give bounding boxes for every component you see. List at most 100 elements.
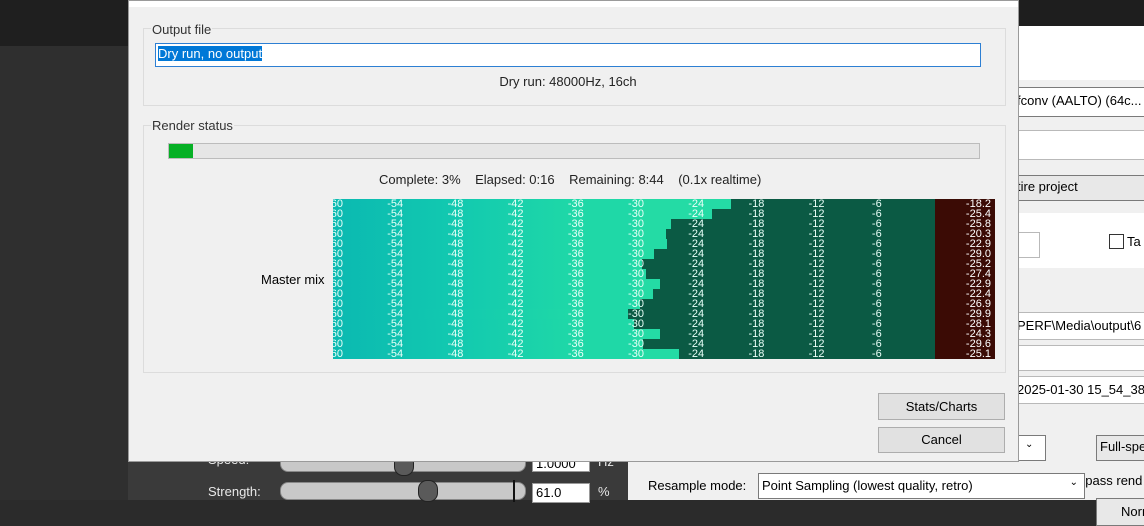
render-progress-dialog: Output file Dry run, no output Dry run: … (128, 0, 1019, 462)
output-file-field[interactable]: Dry run, no output (155, 43, 981, 67)
normalize-button-label: Norm (1121, 504, 1144, 519)
meter-level-fill (333, 259, 636, 269)
meter-channel-row: -60-54-48-42-36-30-24-18-12-6-22.4 (333, 289, 995, 300)
render-dialog-field-2[interactable] (1014, 345, 1144, 371)
meter-channel-row: -60-54-48-42-36-30-24-18-12-6-27.4 (333, 269, 995, 280)
convolver-select-value: fconv (AALTO) (64c... (1017, 93, 1142, 108)
meter-level-fill-upper (636, 199, 732, 209)
meter-background (671, 219, 935, 229)
meter-tick-label: -6 (871, 348, 882, 360)
meter-tick-label: -42 (507, 348, 524, 360)
meter-channel-row: -60-54-48-42-36-30-24-18-12-6-22.9 (333, 239, 995, 250)
resample-mode-value: Point Sampling (lowest quality, retro) (762, 478, 973, 493)
chevron-down-icon: ⌄ (1069, 477, 1078, 488)
meter-level-fill (333, 299, 636, 309)
tail-checkbox-label: Ta (1127, 234, 1141, 249)
resample-mode-label: Resample mode: (648, 478, 747, 493)
meter-level-fill (333, 219, 636, 229)
meter-level-fill (333, 289, 636, 299)
meter-background (679, 349, 935, 359)
meter-level-fill (333, 329, 636, 339)
strength-slider[interactable] (280, 482, 526, 500)
meter-level-fill (333, 229, 636, 239)
meter-peak-label: -25.1 (965, 348, 991, 360)
meter-tick-label: -48 (447, 348, 464, 360)
meter-channel-row: -60-54-48-42-36-30-24-18-12-6-24.3 (333, 329, 995, 340)
meter-background (642, 259, 935, 269)
fx-panel: Speed: 1.0000 Hz Strength: 61.0 % (128, 452, 628, 503)
remaining-text: Remaining: 8:44 (569, 172, 664, 187)
strength-value-field[interactable]: 61.0 (532, 483, 590, 503)
meter-channel-row: -60-54-48-42-36-30-24-18-12-6-29.9 (333, 309, 995, 320)
meter-background (640, 299, 935, 309)
output-file-group (143, 28, 1006, 106)
filename-value: 2025-01-30 15_54_38. (1017, 382, 1144, 397)
strength-slider-marker (513, 480, 515, 502)
render-dialog-field[interactable] (1014, 130, 1144, 160)
render-speed-value: Full-spe (1100, 439, 1144, 454)
meter-tick-label: -24 (688, 348, 705, 360)
meter-tick-label: -60 (333, 348, 343, 360)
meter-tick-label: -30 (628, 348, 644, 360)
meter-channel-row: -60-54-48-42-36-30-24-18-12-6-18.2 (333, 199, 995, 210)
output-file-value: Dry run, no output (158, 46, 263, 61)
meter-channel-row: -60-54-48-42-36-30-24-18-12-6-29.6 (333, 339, 995, 350)
convolver-select[interactable]: fconv (AALTO) (64c... (1014, 87, 1144, 117)
chevron-down-icon: ⌄ (1025, 439, 1034, 450)
meter-tick-label: -54 (387, 348, 404, 360)
meter-level-fill (333, 339, 636, 349)
meter-channel-row: -60-54-48-42-36-30-24-18-12-6-22.9 (333, 279, 995, 290)
resample-mode-select[interactable]: Point Sampling (lowest quality, retro) ⌄ (758, 473, 1085, 499)
meter-tick-label: -12 (808, 348, 825, 360)
background-app-titlebar (1019, 0, 1144, 26)
master-meter: -60-54-48-42-36-30-24-18-12-6-18.2-60-54… (333, 199, 995, 359)
bounds-select-value: tire project (1017, 179, 1078, 194)
meter-level-fill (333, 199, 636, 209)
meter-background (627, 309, 935, 319)
meter-level-fill (333, 319, 634, 329)
meter-level-fill (333, 269, 636, 279)
normalize-button[interactable]: Norm (1096, 498, 1144, 526)
meter-level-fill (333, 209, 636, 219)
meter-level-fill (333, 239, 636, 249)
master-mix-label: Master mix (261, 272, 325, 287)
meter-background (643, 339, 935, 349)
background-app-left (0, 0, 128, 500)
meter-level-fill (333, 279, 636, 289)
output-directory-field[interactable]: PERF\Media\output\6 (1014, 312, 1144, 340)
meter-background (667, 239, 935, 249)
meter-background (633, 319, 935, 329)
tail-checkbox[interactable] (1109, 234, 1124, 249)
render-status-group-label: Render status (151, 118, 234, 133)
background-app-left-top (0, 0, 128, 46)
render-speed-select[interactable]: Full-spe (1096, 435, 1144, 461)
meter-channel-row: -60-54-48-42-36-30-24-18-12-6-28.1 (333, 319, 995, 330)
strength-label: Strength: (208, 484, 261, 499)
meter-background (666, 229, 935, 239)
meter-tick-label: -18 (748, 348, 765, 360)
output-directory-value: PERF\Media\output\6 (1017, 318, 1142, 333)
stats-charts-button[interactable]: Stats/Charts (878, 393, 1005, 420)
output-file-group-label: Output file (151, 22, 213, 37)
meter-channel-row: -60-54-48-42-36-30-24-18-12-6-25.2 (333, 259, 995, 270)
status-line: Complete: 3% Elapsed: 0:16 Remaining: 8:… (379, 172, 761, 187)
dialog-titlebar (129, 1, 1018, 7)
elapsed-text: Elapsed: 0:16 (475, 172, 555, 187)
meter-channel-row: -60 -54 -48 -42 -36 -30 -24 -18 -12 -6 -25.1 (333, 349, 995, 359)
complete-text: Complete: 3% (379, 172, 461, 187)
render-progress-bar (168, 143, 980, 159)
meter-level-fill (333, 249, 636, 259)
output-info: Dry run: 48000Hz, 16ch (499, 74, 637, 89)
strength-slider-thumb[interactable] (418, 480, 438, 502)
meter-level-fill (333, 349, 636, 359)
cancel-button[interactable]: Cancel (878, 427, 1005, 453)
meter-channel-row: -60-54-48-42-36-30-24-18-12-6-25.4 (333, 209, 995, 220)
bounds-select[interactable]: tire project (1014, 175, 1144, 201)
render-progress-fill (169, 144, 194, 158)
meter-tick-label: -36 (567, 348, 584, 360)
speed-text: (0.1x realtime) (678, 172, 762, 187)
meter-channel-row: -60-54-48-42-36-30-24-18-12-6-20.3 (333, 229, 995, 240)
meter-channel-row: -60-54-48-42-36-30-24-18-12-6-25.8 (333, 219, 995, 230)
filename-field[interactable]: 2025-01-30 15_54_38. (1014, 376, 1144, 404)
strength-unit: % (598, 484, 610, 499)
